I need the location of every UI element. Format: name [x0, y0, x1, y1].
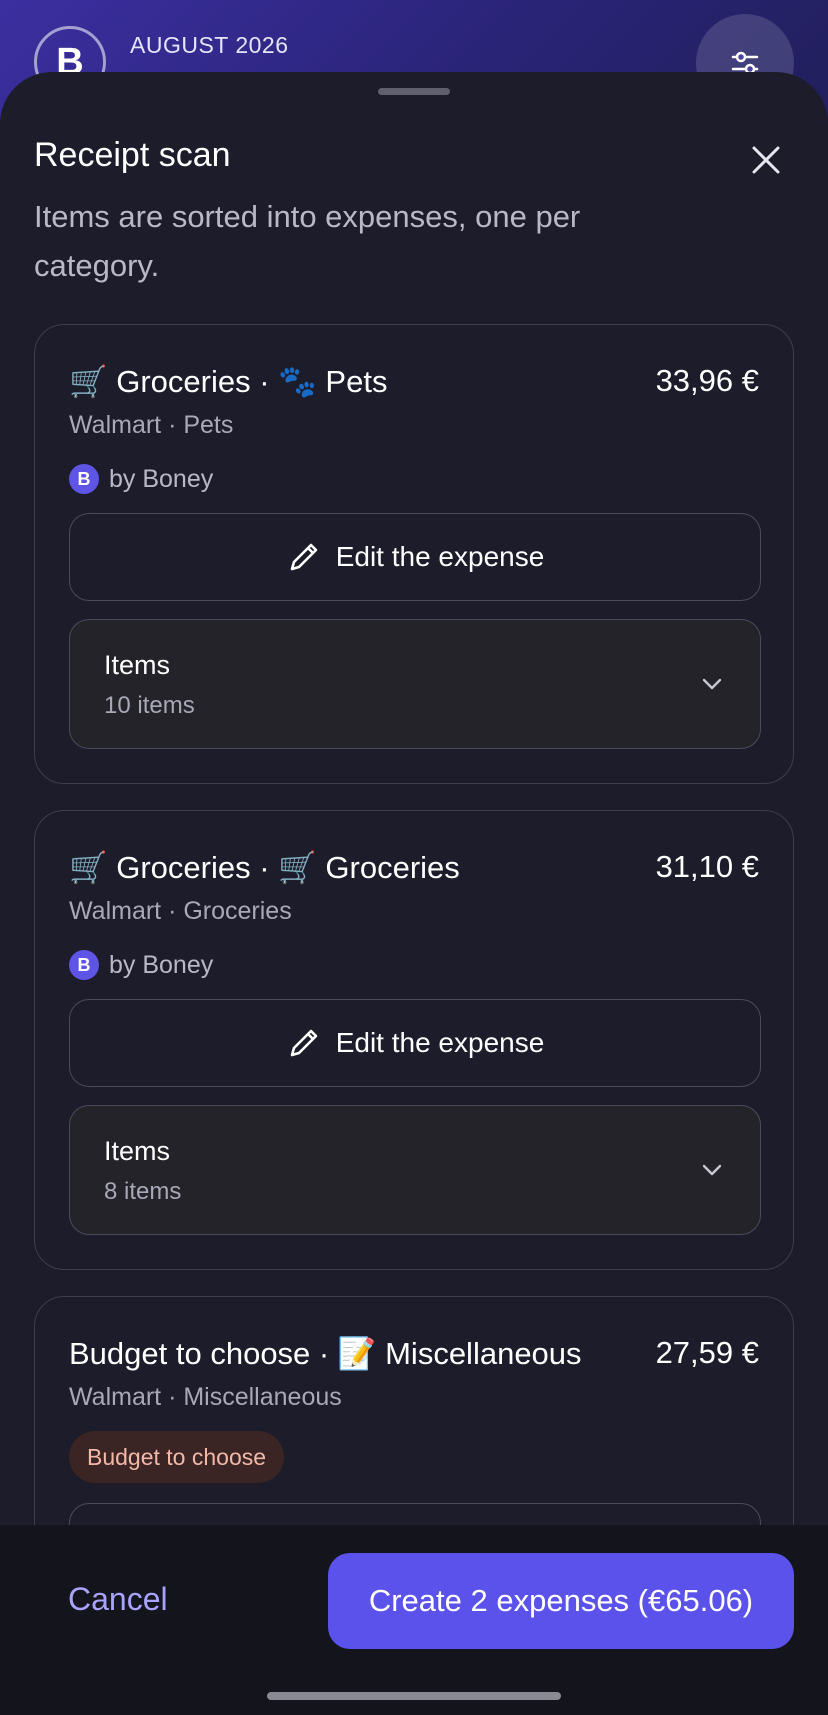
drag-handle[interactable]: [378, 88, 450, 95]
budget-name: Groceries: [116, 850, 251, 885]
paw-icon: 🐾: [278, 364, 317, 400]
user-avatar: B: [69, 950, 99, 980]
action-bar: Cancel Create 2 expenses (€65.06): [0, 1525, 828, 1715]
expense-amount: 27,59 €: [655, 1335, 759, 1370]
month-label: AUGUST 2026: [130, 32, 289, 58]
expense-card-pets: 🛒 Groceries · 🐾 Pets 33,96 € Walmart · P…: [34, 324, 794, 784]
expense-title: 🛒 Groceries · 🐾 Pets: [69, 363, 387, 400]
category-name: Pets: [325, 364, 388, 399]
home-indicator[interactable]: [267, 1692, 561, 1700]
edit-expense-label: Edit the expense: [335, 1027, 545, 1058]
pencil-icon: [290, 1029, 318, 1057]
category-name: Groceries: [325, 850, 460, 885]
expense-subtitle: Walmart · Miscellaneous: [69, 1383, 342, 1411]
memo-icon: 📝: [337, 1336, 377, 1372]
created-by: B by Boney: [69, 949, 213, 981]
receipt-scan-sheet: Receipt scan Items are sorted into expen…: [0, 72, 828, 1715]
create-expenses-button[interactable]: Create 2 expenses (€65.06): [328, 1553, 794, 1649]
expense-subtitle: Walmart · Pets: [69, 411, 234, 439]
expense-subtitle: Walmart · Groceries: [69, 897, 292, 925]
cart-icon: 🛒: [278, 850, 317, 886]
expense-title: Budget to choose · 📝 Miscellaneous: [69, 1335, 582, 1372]
items-count: 8 items: [104, 1178, 182, 1205]
user-avatar: B: [69, 464, 99, 494]
cart-icon: 🛒: [69, 850, 108, 886]
created-by-text: by Boney: [109, 464, 214, 493]
pencil-icon: [290, 543, 318, 571]
sheet-title: Receipt scan: [34, 136, 231, 174]
title-separator: ·: [259, 850, 270, 885]
expense-title: 🛒 Groceries · 🛒 Groceries: [69, 849, 460, 886]
edit-expense-label: Edit the expense: [335, 541, 545, 572]
items-dropdown[interactable]: Items 10 items: [69, 619, 761, 749]
expense-amount: 31,10 €: [655, 849, 759, 884]
expense-amount: 33,96 €: [655, 363, 759, 398]
items-dropdown[interactable]: Items 8 items: [69, 1105, 761, 1235]
items-title: Items: [104, 1136, 171, 1166]
chevron-down-icon: [702, 678, 722, 690]
budget-warning-badge: Budget to choose: [69, 1431, 285, 1483]
cancel-button[interactable]: Cancel: [68, 1581, 168, 1618]
created-by-text: by Boney: [109, 950, 214, 979]
close-icon: [752, 146, 780, 174]
edit-expense-button[interactable]: Edit the expense: [69, 513, 761, 601]
items-count: 10 items: [104, 692, 195, 719]
budget-name: Groceries: [116, 364, 251, 399]
close-button[interactable]: [744, 138, 788, 182]
title-separator: ·: [318, 1336, 330, 1371]
sheet-subtitle: Items are sorted into expenses, one per …: [34, 199, 581, 283]
created-by: B by Boney: [69, 463, 213, 495]
budget-name: Budget to choose: [69, 1336, 311, 1371]
edit-expense-button[interactable]: Edit the expense: [69, 999, 761, 1087]
title-separator: ·: [259, 364, 270, 399]
cart-icon: 🛒: [69, 364, 108, 400]
category-name: Miscellaneous: [385, 1336, 582, 1371]
expense-card-groceries: 🛒 Groceries · 🛒 Groceries 31,10 € Walmar…: [34, 810, 794, 1270]
chevron-down-icon: [702, 1164, 722, 1176]
items-title: Items: [104, 650, 171, 680]
